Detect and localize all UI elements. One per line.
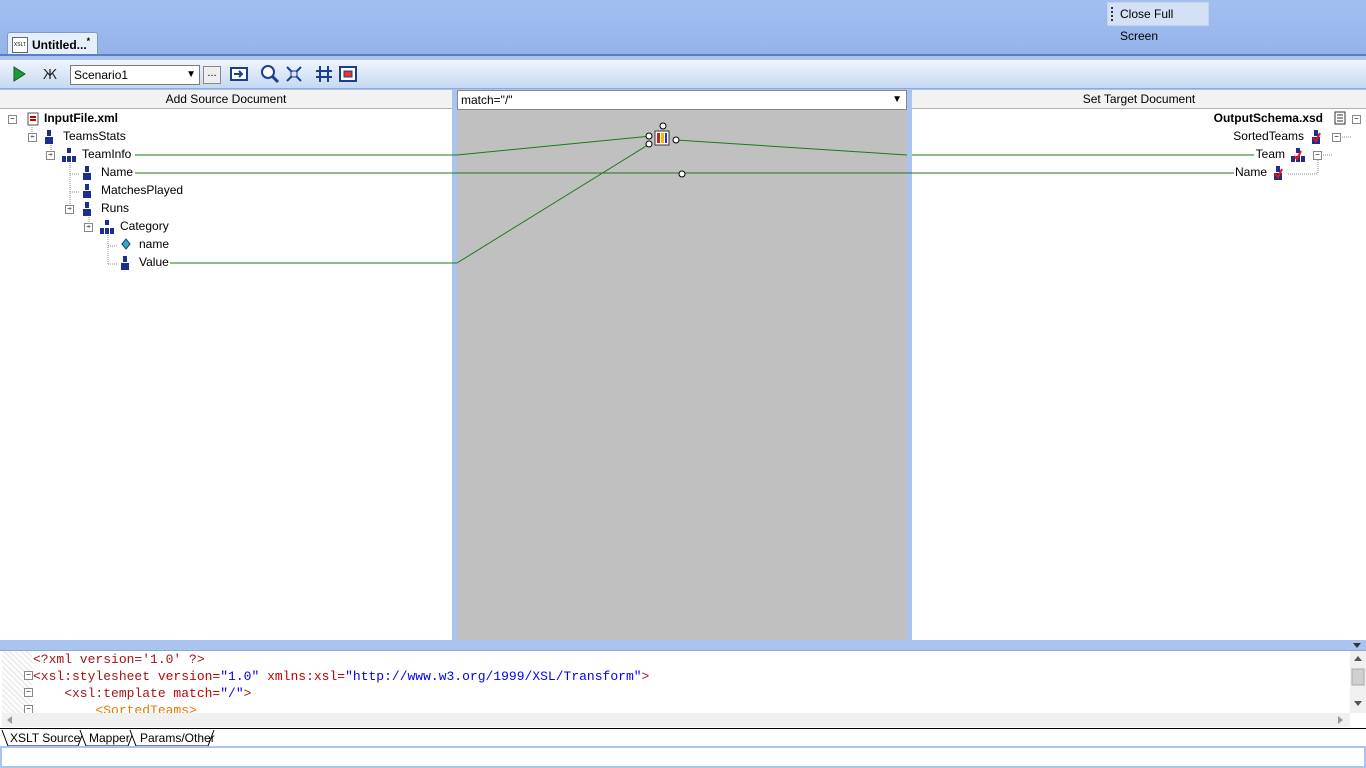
code-line-4: <SortedTeams> [33, 703, 197, 713]
chevron-down-icon: ▼ [892, 94, 902, 105]
svg-text:Ж: Ж [43, 68, 57, 83]
template-match-select[interactable]: match="/" ▼ [457, 90, 907, 110]
target-panel: Set Target Document OutputSchema.xsd − S… [912, 90, 1366, 640]
grip-icon [1111, 7, 1115, 21]
zoom-icon[interactable] [260, 64, 280, 84]
scenario-browse-button[interactable]: ... [203, 66, 221, 84]
frame-icon[interactable] [338, 64, 358, 84]
code-value: "http://www.w3.org/1999/XSL/Transform" [345, 669, 642, 684]
tab-mapper[interactable]: Mapper [89, 730, 130, 746]
code-line-2: <xsl:stylesheet version="1.0" xmlns:xsl=… [33, 669, 649, 684]
code-value: "/" [220, 686, 244, 701]
toolbar: Ж Scenario1 ▼ ... [0, 60, 1366, 89]
export-icon[interactable] [229, 64, 249, 84]
code-tag-end: > [641, 669, 650, 684]
chevron-down-icon: ▼ [186, 69, 196, 80]
mapper-canvas[interactable]: match="/" ▼ [457, 90, 907, 640]
status-bar [0, 746, 1366, 768]
functoid-icon[interactable] [654, 130, 670, 146]
template-match-value: match="/" [461, 93, 513, 107]
tab-xslt-source[interactable]: XSLT Source [10, 730, 80, 746]
align-icon[interactable] [314, 64, 334, 84]
splitter[interactable] [0, 640, 1366, 650]
scenario-value: Scenario1 [74, 68, 129, 82]
close-full-screen-label: Close Full Screen [1120, 7, 1174, 43]
fold-toggle[interactable]: − [24, 671, 33, 680]
xslt-source-editor[interactable]: − − − <?xml version='1.0' ?> <xsl:styles… [0, 650, 1366, 729]
modified-indicator: * [86, 36, 91, 46]
scenario-select[interactable]: Scenario1 ▼ [70, 65, 200, 85]
fold-toggle[interactable]: − [24, 688, 33, 697]
code-line-3: <xsl:template match="/"> [33, 686, 251, 701]
code-tag-end: > [243, 686, 252, 701]
code-attr: match= [165, 686, 221, 701]
code-attr: xmlns:xsl= [259, 669, 346, 684]
document-tab-label: Untitled...* [32, 36, 90, 52]
code-line-1: <?xml version='1.0' ?> [33, 652, 205, 667]
tree-guides [31, 127, 118, 265]
tab-strip-line [0, 54, 1366, 56]
source-panel: Add Source Document − InputFile.xml − Te… [0, 90, 452, 640]
close-full-screen-button[interactable]: Close Full Screen [1107, 2, 1209, 43]
tab-params-other[interactable]: Params/Other [140, 730, 215, 746]
vertical-scrollbar[interactable] [1350, 651, 1366, 713]
code-tag: <xsl:stylesheet [33, 669, 151, 684]
chevron-down-icon[interactable] [1352, 642, 1362, 650]
bottom-tabs: XSLT Source Mapper Params/Other [0, 728, 1366, 747]
tree-guides [1288, 136, 1352, 175]
debug-icon[interactable]: Ж [40, 64, 60, 84]
xslt-file-icon: XSLT [12, 37, 28, 53]
code-value: "1.0" [220, 669, 260, 684]
document-tab-title: Untitled... [32, 38, 87, 52]
code-attr: version= [150, 669, 221, 684]
run-icon[interactable] [9, 64, 29, 84]
horizontal-scrollbar[interactable] [2, 713, 1350, 727]
document-tab[interactable]: XSLT Untitled...* [7, 32, 98, 55]
fit-icon[interactable] [284, 64, 304, 84]
code-tag: <xsl:template [33, 686, 166, 701]
